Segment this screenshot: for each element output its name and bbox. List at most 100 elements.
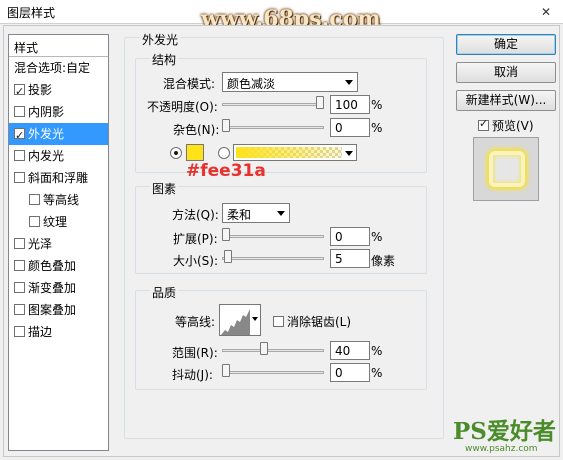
solid-color-radio[interactable] <box>170 147 182 159</box>
blend-mode-value: 颜色减淡 <box>227 77 276 91</box>
spread-input[interactable]: 0 <box>330 227 370 246</box>
new-style-button[interactable]: 新建样式(W)... <box>456 90 556 111</box>
preview-checkbox-box[interactable] <box>478 117 489 131</box>
jitter-label: 抖动(J): <box>172 368 213 382</box>
anti-alias-checkbox-box[interactable] <box>273 316 284 327</box>
watermark-psahz-url: www.psahz.com <box>465 444 538 454</box>
noise-slider[interactable] <box>222 119 324 132</box>
opacity-unit: % <box>371 98 383 112</box>
anti-alias-label: 消除锯齿(L) <box>287 315 352 329</box>
style-item[interactable]: 投影 <box>9 79 108 103</box>
style-item-checkbox[interactable] <box>14 150 25 161</box>
style-item-label: 斜面和浮雕 <box>28 171 89 185</box>
style-item-label: 等高线 <box>43 193 80 207</box>
style-item[interactable]: 斜面和浮雕 <box>9 167 108 189</box>
style-item-checkbox[interactable] <box>14 326 25 337</box>
style-item-label: 渐变叠加 <box>28 281 77 295</box>
preview-label: 预览(V) <box>492 119 534 133</box>
range-slider[interactable] <box>222 342 324 355</box>
blend-mode-label: 混合模式: <box>163 77 216 91</box>
style-item-checkbox[interactable] <box>14 260 25 271</box>
style-item-checkbox[interactable] <box>14 282 25 293</box>
style-item-checkbox[interactable] <box>14 81 25 103</box>
noise-input[interactable]: 0 <box>330 118 370 137</box>
style-item-label: 投影 <box>28 83 53 97</box>
style-item-checkbox[interactable] <box>14 125 25 147</box>
style-item[interactable]: 光泽 <box>9 233 108 255</box>
style-item-label: 光泽 <box>28 237 53 251</box>
range-slider-thumb[interactable] <box>260 342 268 355</box>
style-item[interactable]: 混合选项:自定 <box>9 57 108 79</box>
style-item[interactable]: 纹理 <box>9 211 108 233</box>
method-value: 柔和 <box>227 208 252 222</box>
size-input[interactable]: 5 <box>330 249 370 268</box>
ok-button[interactable]: 确定 <box>456 34 556 55</box>
contour-picker[interactable] <box>219 304 261 336</box>
contour-preview-icon <box>221 309 250 335</box>
style-item-checkbox[interactable] <box>14 172 25 183</box>
size-slider[interactable] <box>222 250 324 263</box>
spread-slider-thumb[interactable] <box>222 228 230 241</box>
cancel-button[interactable]: 取消 <box>456 62 556 83</box>
style-item-checkbox[interactable] <box>29 216 40 227</box>
glow-color-swatch[interactable] <box>186 144 204 161</box>
style-item[interactable]: 内发光 <box>9 145 108 167</box>
style-item-checkbox[interactable] <box>14 304 25 315</box>
jitter-slider[interactable] <box>222 364 324 377</box>
style-item-checkbox[interactable] <box>14 238 25 249</box>
style-item-label: 内发光 <box>28 149 65 163</box>
style-preview <box>473 137 539 201</box>
style-item-label: 颜色叠加 <box>28 259 77 273</box>
outer-glow-title: 外发光 <box>140 31 181 48</box>
size-unit: 像素 <box>371 254 396 268</box>
style-item[interactable]: 颜色叠加 <box>9 255 108 277</box>
spread-slider[interactable] <box>222 228 324 241</box>
style-item-label: 描边 <box>28 325 53 339</box>
styles-list-header[interactable]: 样式 <box>9 35 108 57</box>
size-label: 大小(S): <box>173 254 219 268</box>
gradient-radio[interactable] <box>218 147 230 159</box>
elements-title: 图素 <box>150 180 179 197</box>
anti-alias-checkbox[interactable]: 消除锯齿(L) <box>273 313 351 330</box>
style-item[interactable]: 图案叠加 <box>9 299 108 321</box>
chevron-down-icon <box>345 80 353 85</box>
structure-title: 结构 <box>150 51 179 68</box>
style-item[interactable]: 外发光 <box>9 123 108 147</box>
size-slider-thumb[interactable] <box>224 250 232 263</box>
preview-checkbox[interactable]: 预览(V) <box>478 117 534 134</box>
style-item-label: 外发光 <box>28 127 65 141</box>
style-item-label: 混合选项:自定 <box>14 61 91 75</box>
watermark-psahz: PS爱好者 www.psahz.com <box>453 418 556 455</box>
gradient-preview <box>236 147 342 158</box>
style-item-label: 图案叠加 <box>28 303 77 317</box>
opacity-slider-thumb[interactable] <box>316 96 324 109</box>
style-item[interactable]: 等高线 <box>9 189 108 211</box>
jitter-unit: % <box>371 366 383 380</box>
style-item[interactable]: 内阴影 <box>9 101 108 123</box>
preview-glow-square <box>489 151 525 187</box>
style-item[interactable]: 渐变叠加 <box>9 277 108 299</box>
jitter-slider-thumb[interactable] <box>222 364 230 377</box>
style-item-checkbox[interactable] <box>29 194 40 205</box>
opacity-input[interactable]: 100 <box>330 95 370 114</box>
blend-mode-select[interactable]: 颜色减淡 <box>222 72 358 92</box>
gradient-picker[interactable] <box>233 144 357 161</box>
chevron-down-icon <box>277 211 285 216</box>
spread-label: 扩展(P): <box>173 232 218 246</box>
noise-label: 杂色(N): <box>173 123 220 137</box>
method-label: 方法(Q): <box>172 208 219 222</box>
watermark-psahz-main: PS爱好者 <box>453 418 556 445</box>
style-item[interactable]: 描边 <box>9 321 108 343</box>
style-item-label: 纹理 <box>43 215 68 229</box>
opacity-slider[interactable] <box>222 96 324 109</box>
style-item-checkbox[interactable] <box>14 106 25 117</box>
jitter-input[interactable]: 0 <box>330 363 370 382</box>
noise-unit: % <box>371 121 383 135</box>
noise-slider-thumb[interactable] <box>222 119 230 132</box>
close-icon[interactable]: ✕ <box>535 3 557 21</box>
range-input[interactable]: 40 <box>330 341 370 360</box>
quality-title: 品质 <box>150 284 179 301</box>
chevron-down-icon <box>252 317 258 321</box>
method-select[interactable]: 柔和 <box>222 203 290 223</box>
style-item-label: 内阴影 <box>28 105 65 119</box>
